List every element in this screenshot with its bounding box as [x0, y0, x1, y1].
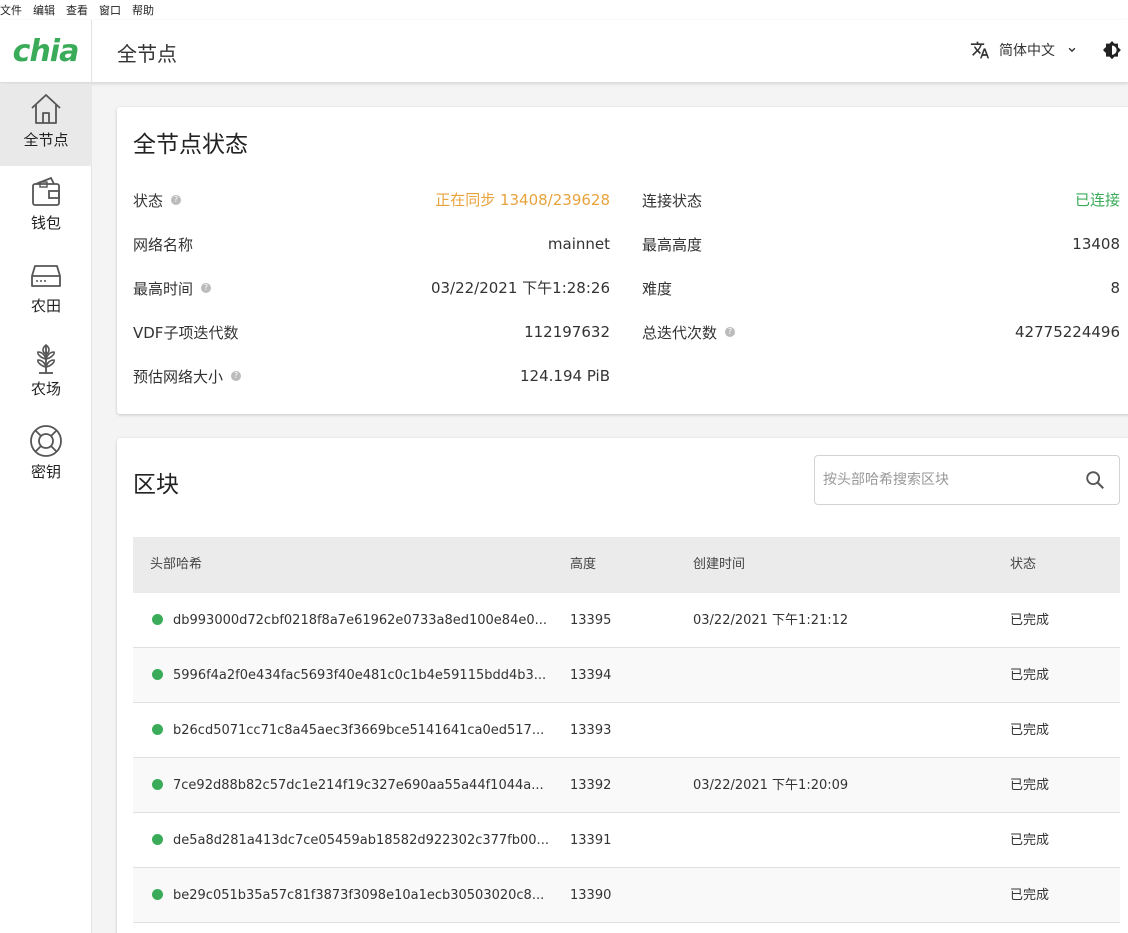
menu-view[interactable]: 查看 [66, 2, 88, 18]
block-state: 已完成 [1010, 833, 1050, 848]
sidebar-item-label: 钱包 [30, 214, 61, 232]
help-icon[interactable]: ? [171, 195, 182, 205]
block-state: 已完成 [1010, 723, 1050, 738]
blocks-title: 区块 [133, 472, 179, 498]
block-state: 已完成 [1010, 888, 1050, 903]
block-time: 03/22/2021 下午1:20:09 [693, 778, 849, 793]
stat-label: 网络名称 [133, 235, 194, 254]
menu-edit[interactable]: 编辑 [33, 2, 55, 18]
difficulty-value: 8 [1110, 279, 1120, 297]
vdf-iterations-value: 112197632 [524, 323, 610, 341]
stat-label: 状态? [133, 189, 182, 211]
sidebar-item-plot[interactable]: 农场 [0, 333, 92, 415]
stat-label: 预估网络大小? [133, 365, 242, 387]
translate-icon [970, 41, 990, 59]
table-row[interactable]: 7ce92d88b82c57dc1e214f19c327e690aa55a44f… [133, 758, 1120, 813]
table-row[interactable]: 5996f4a2f0e434fac5693f40e481c0c1b4e59115… [133, 648, 1120, 703]
help-icon[interactable]: ? [725, 327, 736, 337]
sidebar: 全节点 钱包 农田 农场 密钥 [0, 84, 92, 933]
peak-time-value: 03/22/2021 下午1:28:26 [430, 279, 610, 297]
wallet-icon [32, 176, 60, 206]
menu-window[interactable]: 窗口 [99, 2, 121, 18]
lifebuoy-icon [30, 425, 62, 457]
plant-icon [37, 343, 55, 374]
sidebar-item-farm[interactable]: 农田 [0, 250, 92, 332]
status-card-title: 全节点状态 [133, 132, 248, 158]
home-icon [31, 94, 61, 124]
help-icon[interactable]: ? [231, 371, 242, 381]
stat-label: 总迭代次数? [642, 321, 736, 343]
full-node-status-card: 全节点状态 状态? 正在同步 13408/239628 网络名称 mainnet… [117, 107, 1128, 414]
status-dot [152, 724, 163, 735]
block-hash[interactable]: de5a8d281a413dc7ce05459ab18582d922302c37… [173, 813, 549, 868]
app-header: chia 全节点 简体中文 [0, 20, 1128, 83]
search-input[interactable] [823, 468, 1073, 492]
connection-status-value: 已连接 [1074, 191, 1120, 209]
blocks-card: 区块 头部哈希 高度 创建时间 状态 db993000d72cbf0218f8a… [117, 438, 1128, 933]
menu-file[interactable]: 文件 [0, 2, 22, 18]
logo-area: chia [0, 20, 92, 83]
block-height: 13391 [570, 833, 612, 848]
harddrive-icon [31, 265, 61, 287]
table-row[interactable]: be29c051b35a57c81f3873f3098e10a1ecb30503… [133, 868, 1120, 923]
status-dot [152, 614, 163, 625]
sidebar-item-full-node[interactable]: 全节点 [0, 84, 92, 166]
sidebar-item-wallet[interactable]: 钱包 [0, 167, 92, 249]
block-height: 13394 [570, 668, 612, 683]
theme-toggle-icon[interactable] [1100, 39, 1124, 63]
table-header: 头部哈希 高度 创建时间 状态 [133, 537, 1120, 593]
stat-label: 难度 [642, 279, 673, 298]
block-search [814, 455, 1120, 505]
menu-help[interactable]: 帮助 [132, 2, 154, 18]
sync-status-value: 正在同步 13408/239628 [435, 191, 610, 209]
network-name-value: mainnet [547, 235, 610, 253]
table-row[interactable]: db993000d72cbf0218f8a7e61962e0733a8ed100… [133, 593, 1120, 648]
status-dot [152, 889, 163, 900]
block-hash[interactable]: b26cd5071cc71c8a45aec3f3669bce5141641ca0… [173, 703, 544, 758]
network-space-value: 124.194 PiB [520, 367, 610, 385]
chia-logo: chia [12, 34, 80, 69]
block-time: 03/22/2021 下午1:21:12 [693, 613, 849, 628]
block-hash[interactable]: 7ce92d88b82c57dc1e214f19c327e690aa55a44f… [173, 758, 544, 813]
table-row[interactable]: b26cd5071cc71c8a45aec3f3669bce5141641ca0… [133, 703, 1120, 758]
language-selector[interactable]: 简体中文 [970, 40, 1079, 60]
block-hash[interactable]: be29c051b35a57c81f3873f3098e10a1ecb30503… [173, 868, 544, 923]
block-height: 13395 [570, 613, 612, 628]
column-header-height: 高度 [570, 557, 597, 572]
status-dot [152, 779, 163, 790]
help-icon[interactable]: ? [201, 283, 212, 293]
stat-label: 最高时间? [133, 277, 212, 299]
status-dot [152, 669, 163, 680]
page-title: 全节点 [117, 42, 177, 66]
block-hash[interactable]: 5996f4a2f0e434fac5693f40e481c0c1b4e59115… [173, 648, 546, 703]
column-header-state: 状态 [1010, 557, 1037, 572]
menu-bar: 文件 编辑 查看 窗口 帮助 [0, 0, 1128, 20]
total-iterations-value: 42775224496 [1015, 323, 1120, 341]
language-label: 简体中文 [999, 43, 1055, 59]
block-height: 13390 [570, 888, 612, 903]
block-height: 13393 [570, 723, 612, 738]
stat-label: VDF子项迭代数 [133, 323, 239, 342]
status-dot [152, 834, 163, 845]
block-state: 已完成 [1010, 613, 1050, 628]
block-state: 已完成 [1010, 668, 1050, 683]
block-hash[interactable]: db993000d72cbf0218f8a7e61962e0733a8ed100… [173, 593, 547, 648]
chevron-down-icon [1068, 47, 1076, 53]
sidebar-item-label: 密钥 [30, 463, 61, 481]
peak-height-value: 13408 [1072, 235, 1120, 253]
blocks-table: 头部哈希 高度 创建时间 状态 db993000d72cbf0218f8a7e6… [133, 537, 1120, 923]
sidebar-item-keys[interactable]: 密钥 [0, 416, 92, 498]
sidebar-item-label: 农田 [30, 297, 61, 315]
block-state: 已完成 [1010, 778, 1050, 793]
sidebar-item-label: 全节点 [23, 131, 69, 149]
column-header-hash: 头部哈希 [150, 557, 203, 572]
stat-label: 最高高度 [642, 235, 703, 254]
search-icon[interactable] [1084, 469, 1106, 491]
sidebar-item-label: 农场 [30, 380, 61, 398]
column-header-time: 创建时间 [693, 557, 746, 572]
table-row[interactable]: de5a8d281a413dc7ce05459ab18582d922302c37… [133, 813, 1120, 868]
stat-label: 连接状态 [642, 191, 703, 210]
block-height: 13392 [570, 778, 612, 793]
